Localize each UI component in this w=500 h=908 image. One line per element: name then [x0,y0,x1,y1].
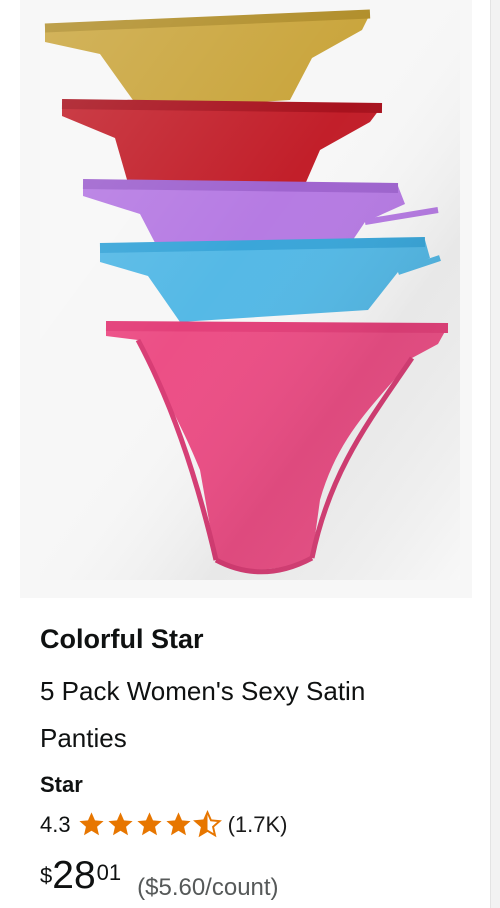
star-rating [77,810,222,839]
rating-row[interactable]: 4.3 (1.7K) [40,810,288,839]
rating-value: 4.3 [40,811,71,837]
product-card[interactable]: Colorful Star 5 Pack Women's Sexy Satin … [20,0,472,908]
star-full-icon [79,812,104,836]
star-full-icon [166,812,191,836]
star-full-icon [108,812,133,836]
product-title[interactable]: 5 Pack Women's Sexy Satin Panties [40,668,460,762]
price-symbol: $ [40,863,53,888]
satin-panties-image [40,9,460,580]
byline: Star [40,772,83,797]
brand-name: Colorful Star [40,624,204,654]
product-title-line2: Panties [40,723,127,753]
price-whole: 28 [52,854,96,897]
star-full-icon [137,812,162,836]
product-image[interactable] [20,0,472,598]
next-card-edge [490,0,500,908]
price-fraction: 01 [96,860,122,885]
product-title-line1: 5 Pack Women's Sexy Satin [40,676,366,706]
rating-count[interactable]: (1.7K) [228,812,288,838]
price: $ 28 01 ($5.60/count) [40,856,279,902]
unit-price: ($5.60/count) [137,874,279,901]
star-half-icon [192,810,222,838]
